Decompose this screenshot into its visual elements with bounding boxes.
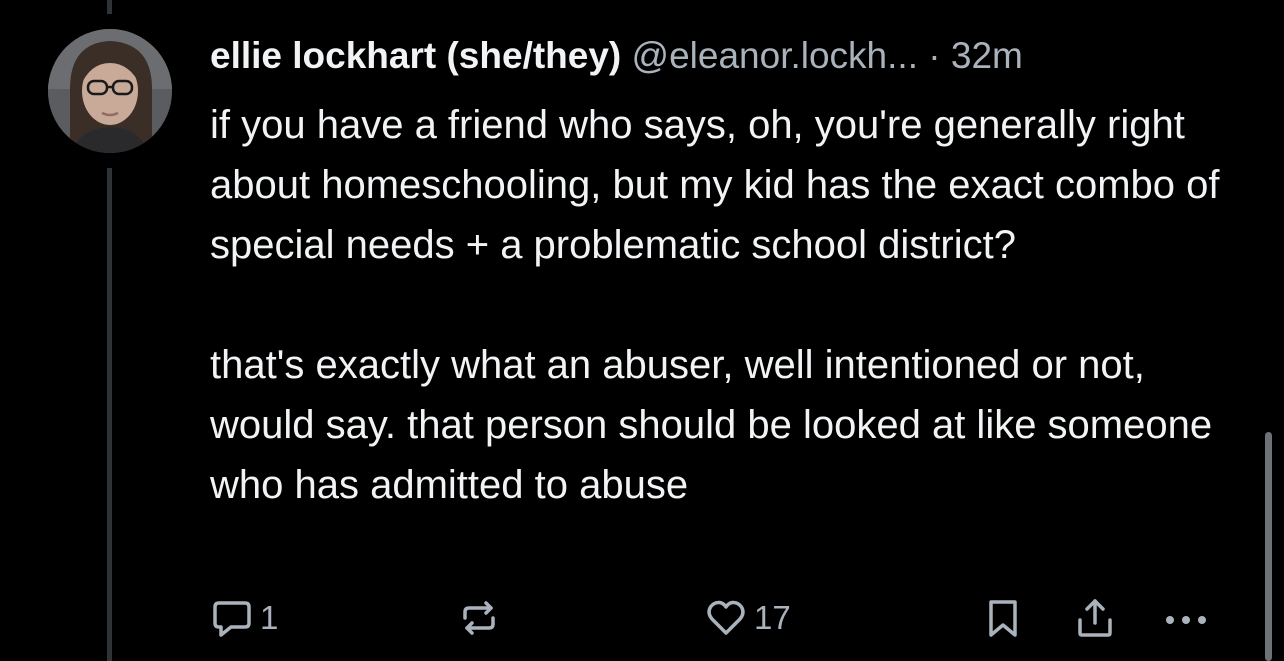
reply-count: 1 <box>260 599 279 636</box>
share-icon <box>1078 599 1112 637</box>
reply-button[interactable]: 1 <box>210 594 278 642</box>
thread-line-top <box>107 0 112 14</box>
post-timestamp[interactable]: 32m <box>951 35 1023 76</box>
post-actions: 1 17 <box>210 594 1230 642</box>
user-avatar-icon <box>48 29 172 153</box>
post-header: ellie lockhart (she/they) @eleanor.lockh… <box>210 34 1250 78</box>
bookmark-icon <box>989 600 1017 637</box>
like-button[interactable]: 17 <box>704 594 791 642</box>
heart-icon <box>707 600 745 635</box>
share-button[interactable] <box>1073 594 1117 642</box>
avatar[interactable] <box>48 29 172 153</box>
header-separator: · <box>928 35 941 76</box>
more-options-button[interactable] <box>1160 594 1212 642</box>
reply-icon <box>213 601 251 637</box>
post-text: if you have a friend who says, oh, you'r… <box>210 95 1250 515</box>
repost-icon <box>463 601 495 635</box>
more-icon <box>1166 616 1206 624</box>
thread-line <box>107 168 112 661</box>
post-paragraph: that's exactly what an abuser, well inte… <box>210 343 1213 507</box>
save-button[interactable] <box>981 594 1025 642</box>
author-handle[interactable]: @eleanor.lockh... <box>632 35 918 76</box>
scrollbar[interactable] <box>1265 432 1272 661</box>
like-count: 17 <box>754 599 791 636</box>
post-paragraph: if you have a friend who says, oh, you'r… <box>210 103 1220 267</box>
author-display-name[interactable]: ellie lockhart (she/they) <box>210 35 621 76</box>
repost-button[interactable] <box>457 594 501 642</box>
